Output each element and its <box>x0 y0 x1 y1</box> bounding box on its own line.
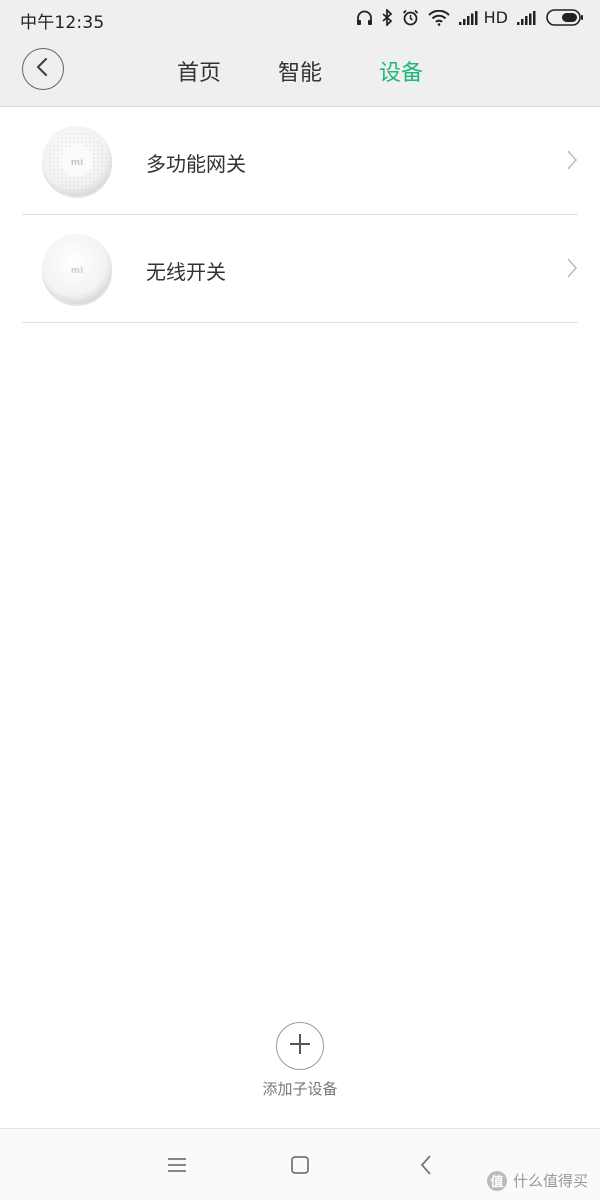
device-name: 无线开关 <box>146 260 226 284</box>
bluetooth-icon <box>382 9 393 26</box>
svg-text:mi: mi <box>71 266 83 276</box>
tab-home[interactable]: 首页 <box>177 55 221 87</box>
back-triangle-icon[interactable] <box>412 1151 440 1179</box>
wifi-icon <box>427 9 450 26</box>
status-time: 中午12:35 <box>20 13 105 33</box>
tab-devices[interactable]: 设备 <box>379 55 423 87</box>
watermark: 值 什么值得买 <box>486 1170 588 1191</box>
alarm-icon <box>402 9 419 26</box>
device-name: 多功能网关 <box>146 152 246 176</box>
svg-text:mi: mi <box>71 158 83 168</box>
chevron-right-icon <box>566 149 578 175</box>
device-row-gateway[interactable]: mi 多功能网关 <box>22 107 578 215</box>
status-bar: 中午12:35 HD <box>0 0 600 36</box>
add-sub-device-label: 添加子设备 <box>262 1080 338 1098</box>
watermark-badge: 值 <box>486 1170 507 1191</box>
back-button[interactable] <box>22 48 64 90</box>
wireless-switch-image: mi <box>40 232 112 306</box>
chevron-right-icon <box>566 257 578 283</box>
battery-icon <box>546 9 584 26</box>
headphones-icon <box>356 10 373 26</box>
menu-icon[interactable] <box>163 1151 191 1179</box>
status-icons: HD <box>356 8 584 27</box>
tab-smart[interactable]: 智能 <box>278 55 322 87</box>
device-row-switch[interactable]: mi 无线开关 <box>22 215 578 323</box>
network-label: HD <box>483 8 508 27</box>
chevron-left-icon <box>35 57 51 81</box>
home-square-icon[interactable] <box>286 1151 314 1179</box>
watermark-text: 什么值得买 <box>512 1172 588 1190</box>
signal-icon <box>458 10 479 25</box>
add-sub-device-button[interactable] <box>276 1022 324 1070</box>
screen: 中午12:35 HD 首页 智能 设备 mi 多功能网关 mi 无线开关 添加子… <box>0 0 600 1200</box>
header: 首页 智能 设备 <box>0 36 600 107</box>
plus-icon <box>288 1032 312 1060</box>
signal-icon <box>517 10 537 25</box>
gateway-device-image: mi <box>40 124 112 198</box>
